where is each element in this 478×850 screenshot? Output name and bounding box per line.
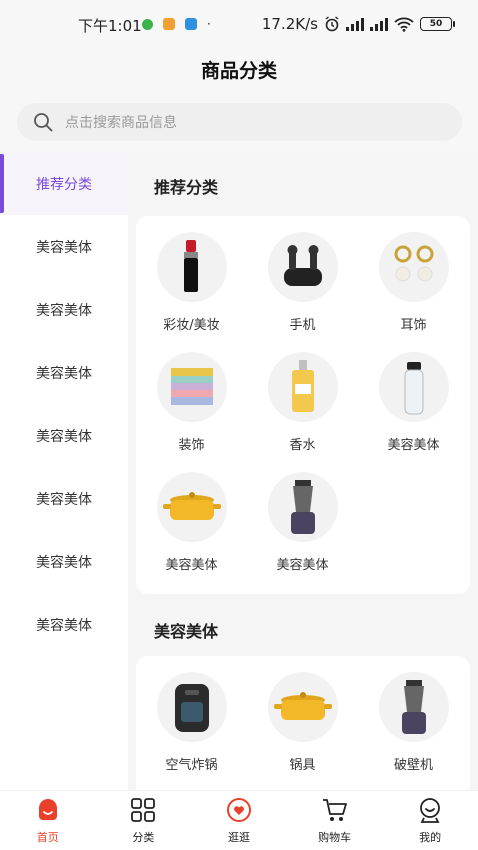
browse-icon xyxy=(226,798,251,822)
category-item-beauty[interactable]: 美容美体 xyxy=(136,472,247,573)
category-item-phone[interactable]: 手机 xyxy=(247,232,358,333)
category-sidebar: 推荐分类 美容美体 美容美体 美容美体 美容美体 美容美体 美容美体 美容美体 xyxy=(0,152,128,790)
sidebar-item-label: 美容美体 xyxy=(36,491,92,508)
signal-icon xyxy=(370,17,388,31)
category-item-makeup[interactable]: 彩妆/美妆 xyxy=(136,232,247,333)
category-item-label: 手机 xyxy=(289,318,316,333)
category-icon xyxy=(131,798,156,822)
section-title: 美容美体 xyxy=(154,622,219,641)
perfume-icon xyxy=(267,352,338,422)
search-icon xyxy=(34,113,53,132)
category-item-label: 美容美体 xyxy=(165,558,218,573)
lipstick-icon xyxy=(156,232,227,302)
status-bar: 下午1:01 · 17.2K/s 50 xyxy=(0,0,478,44)
battery-icon: 50 xyxy=(420,17,455,31)
wifi-icon xyxy=(394,17,414,32)
category-item-label: 香水 xyxy=(289,438,316,453)
category-item-label: 锅具 xyxy=(289,758,316,773)
category-item-air-fryer[interactable]: 空气炸锅 xyxy=(136,672,247,773)
more-dot-icon: · xyxy=(207,17,211,31)
sidebar-item-label: 推荐分类 xyxy=(36,176,92,193)
category-item-label: 美容美体 xyxy=(387,438,440,453)
tab-cart[interactable]: 购物车 xyxy=(287,791,383,850)
page-title: 商品分类 xyxy=(200,59,277,82)
category-item-earrings[interactable]: 耳饰 xyxy=(358,232,469,333)
category-item-blender[interactable]: 破壁机 xyxy=(358,672,469,773)
tab-label: 分类 xyxy=(132,831,155,844)
net-speed: 17.2K/s xyxy=(261,15,318,33)
sidebar-item-label: 美容美体 xyxy=(36,302,92,319)
category-item-perfume[interactable]: 香水 xyxy=(247,352,358,453)
alarm-icon xyxy=(325,16,339,32)
page-title-bar: 商品分类 xyxy=(0,44,478,94)
category-item-beauty[interactable]: 美容美体 xyxy=(358,352,469,453)
sidebar-item-label: 美容美体 xyxy=(36,554,92,571)
sidebar-item-label: 美容美体 xyxy=(36,428,92,445)
sidebar-item-beauty[interactable]: 美容美体 xyxy=(0,593,128,656)
bottom-tab-bar: 首页 分类 逛逛 购物车 我的 xyxy=(0,790,478,850)
search-area: 点击搜索商品信息 xyxy=(0,94,478,152)
category-item-label: 美容美体 xyxy=(276,558,329,573)
category-item-decor[interactable]: 装饰 xyxy=(136,352,247,453)
tab-home[interactable]: 首页 xyxy=(0,791,96,850)
category-item-label: 耳饰 xyxy=(400,318,427,333)
category-content: 推荐分类 彩妆/美妆 手机 耳饰 装饰 香水 美容美体 美容美体 美容美体 美容… xyxy=(128,152,478,790)
category-item-label: 装饰 xyxy=(178,438,205,453)
search-placeholder: 点击搜索商品信息 xyxy=(65,115,177,131)
tab-category[interactable]: 分类 xyxy=(96,791,192,850)
tab-label: 我的 xyxy=(419,831,442,844)
sidebar-item-beauty[interactable]: 美容美体 xyxy=(0,467,128,530)
blender-icon xyxy=(378,672,449,742)
category-item-label: 破壁机 xyxy=(393,758,433,773)
tab-label: 首页 xyxy=(36,831,59,844)
category-item-cookware[interactable]: 锅具 xyxy=(247,672,358,773)
sidebar-item-beauty[interactable]: 美容美体 xyxy=(0,278,128,341)
tab-browse[interactable]: 逛逛 xyxy=(191,791,287,850)
category-card: 彩妆/美妆 手机 耳饰 装饰 香水 美容美体 美容美体 美容美体 xyxy=(136,216,470,594)
earbuds-icon xyxy=(267,232,338,302)
category-item-beauty[interactable]: 美容美体 xyxy=(247,472,358,573)
pot-icon xyxy=(267,672,338,742)
tab-label: 逛逛 xyxy=(227,831,250,844)
earrings-icon xyxy=(378,232,449,302)
category-item-label: 空气炸锅 xyxy=(165,758,218,773)
tab-profile[interactable]: 我的 xyxy=(382,791,478,850)
cart-icon xyxy=(322,799,347,821)
section-title: 推荐分类 xyxy=(154,178,219,197)
blender-icon xyxy=(267,472,338,542)
status-time: 下午1:01 xyxy=(78,17,142,35)
sidebar-item-beauty[interactable]: 美容美体 xyxy=(0,215,128,278)
sidebar-item-recommended[interactable]: 推荐分类 xyxy=(0,152,128,215)
sidebar-item-label: 美容美体 xyxy=(36,365,92,382)
search-input[interactable]: 点击搜索商品信息 xyxy=(17,103,462,141)
sidebar-item-label: 美容美体 xyxy=(36,239,92,256)
towels-icon xyxy=(156,352,227,422)
sidebar-item-beauty[interactable]: 美容美体 xyxy=(0,530,128,593)
pot-icon xyxy=(156,472,227,542)
tab-label: 购物车 xyxy=(318,831,352,844)
bottle-icon xyxy=(378,352,449,422)
notification-icons: · xyxy=(142,17,211,31)
wechat-icon xyxy=(142,18,153,30)
home-icon xyxy=(38,799,57,820)
category-card: 空气炸锅 锅具 破壁机 xyxy=(136,656,470,790)
app-notification-icon xyxy=(163,18,175,30)
sidebar-item-beauty[interactable]: 美容美体 xyxy=(0,341,128,404)
battery-level: 50 xyxy=(429,19,443,29)
category-item-label: 彩妆/美妆 xyxy=(163,318,220,333)
profile-icon xyxy=(420,798,441,823)
air-fryer-icon xyxy=(156,672,227,742)
app-notification-icon xyxy=(185,18,197,30)
sidebar-item-beauty[interactable]: 美容美体 xyxy=(0,404,128,467)
sidebar-item-label: 美容美体 xyxy=(36,617,92,634)
signal-icon xyxy=(346,17,364,31)
